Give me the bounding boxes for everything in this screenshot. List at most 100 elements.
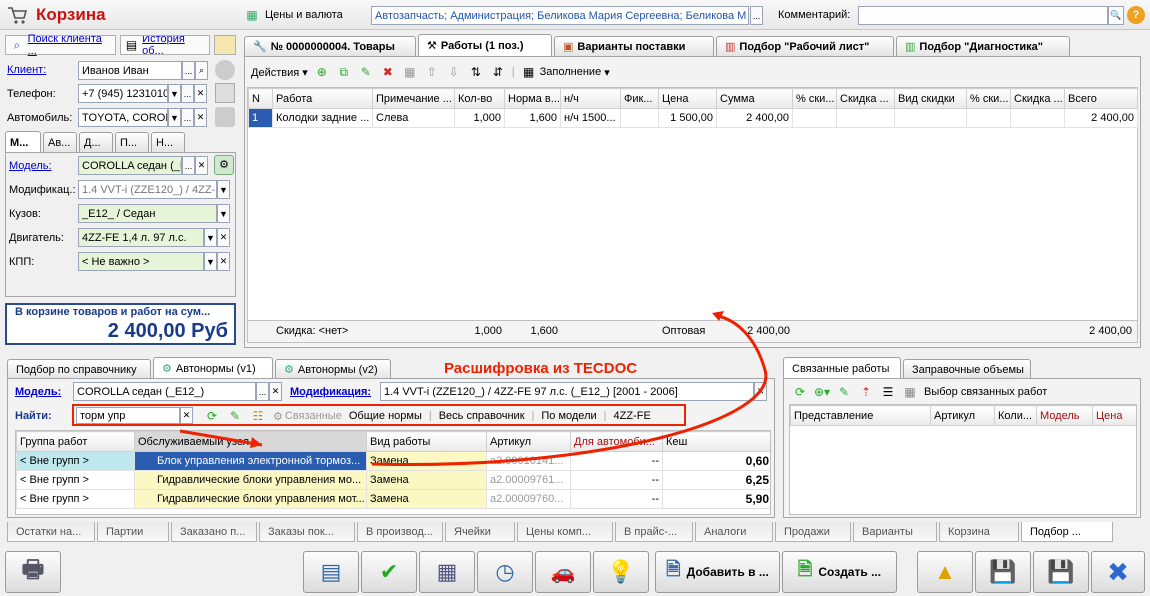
model-select-button[interactable]: ... (182, 156, 195, 175)
works-col-header[interactable]: N (248, 88, 273, 109)
car-field[interactable]: TOYOTA, COROLI (78, 108, 168, 127)
related-col-header[interactable]: Представление (790, 405, 931, 426)
autonorm-mod-clear[interactable]: ✕ (754, 382, 767, 401)
bottom-tab[interactable]: Заказы пок... (259, 522, 355, 542)
tab-p[interactable]: П... (115, 132, 149, 152)
modification-dropdown[interactable]: ▼ (217, 180, 230, 199)
autonorm-model-label[interactable]: Модель: (15, 386, 61, 398)
autonorm-mod-field[interactable]: 1.4 VVT-i (ZZE120_) / 4ZZ-FE 97 л.с. (_E… (380, 382, 754, 401)
related-col-header[interactable]: Коли... (994, 405, 1037, 426)
client-search-button[interactable]: ⌕ (195, 61, 208, 80)
works-col-header[interactable]: н/ч (560, 88, 621, 109)
bottom-tab[interactable]: Заказано п... (171, 522, 257, 542)
autonorm-model-select[interactable]: ... (256, 382, 269, 401)
add-icon[interactable]: ⊕ (314, 64, 330, 80)
tab-fill-volumes[interactable]: Заправочные объемы (903, 359, 1031, 379)
find-input[interactable]: торм упр (76, 407, 180, 424)
save-icon[interactable]: ▦ (402, 64, 418, 80)
organization-select-button[interactable]: ... (750, 6, 763, 25)
table-cell[interactable] (836, 108, 895, 128)
works-col-header[interactable]: Скидка ... (836, 88, 895, 109)
fill-menu[interactable]: ▦ Заполнение ▾ (521, 64, 610, 80)
body-dropdown[interactable]: ▼ (217, 204, 230, 223)
tab-delivery-variants[interactable]: ▣ Варианты поставки (554, 36, 714, 56)
autonorm-col-header[interactable]: Группа работ (16, 431, 135, 452)
phone-clear-button[interactable]: ✕ (194, 84, 207, 103)
table-cell[interactable]: Замена (366, 489, 487, 509)
filter-related[interactable]: ⚙ Связанные (273, 410, 342, 423)
bottom-tab[interactable]: Продажи (775, 522, 851, 542)
table-cell[interactable]: Блок управления электронной тормоз... (134, 451, 367, 471)
move-down-icon[interactable]: ⇩ (446, 64, 462, 80)
close-button[interactable]: ✖ (1091, 551, 1145, 593)
works-col-header[interactable]: Норма в... (504, 88, 561, 109)
table-cell[interactable]: Гидравлические блоки управления мот... (134, 489, 367, 509)
tab-worksheet[interactable]: ▥ Подбор "Рабочий лист" (716, 36, 894, 56)
edit-icon[interactable]: ✎ (836, 384, 852, 400)
related-col-header[interactable]: Артикул (930, 405, 995, 426)
edit-icon[interactable]: ✎ (227, 408, 243, 424)
tab-goods[interactable]: 🔧 № 0000000004. Товары (244, 36, 416, 56)
works-col-header[interactable]: Кол-во (454, 88, 505, 109)
engine-field[interactable]: 4ZZ-FE 1,4 л. 97 л.с. (78, 228, 204, 247)
works-col-header[interactable]: % ски... (792, 88, 837, 109)
autonorm-mod-label[interactable]: Модификация: (290, 386, 371, 398)
bottom-tab[interactable]: Ячейки (445, 522, 515, 542)
phone-field[interactable]: +7 (945) 1231010 (78, 84, 168, 103)
add-icon[interactable]: ⊕▾ (814, 384, 830, 400)
table-cell[interactable]: 1 500,00 (658, 108, 717, 128)
tab-n[interactable]: Н... (151, 132, 185, 152)
table-cell[interactable]: a2.00009761... (486, 470, 571, 490)
model-label[interactable]: Модель: (9, 160, 52, 172)
tab-autonorms-v2[interactable]: ⚙ Автонормы (v2) (275, 359, 391, 379)
phone-dropdown-button[interactable]: ▼ (168, 84, 181, 103)
history-button[interactable]: ▤ История об... (120, 35, 210, 55)
table-cell[interactable]: 5,90 (662, 489, 770, 509)
tab-d[interactable]: Д... (79, 132, 113, 152)
table-row[interactable]: < Вне групп > Блок управления электронной… (16, 451, 770, 471)
tab-by-reference[interactable]: Подбор по справочнику (7, 359, 151, 379)
table-row[interactable]: < Вне групп > Гидравлические блоки управл… (16, 489, 770, 509)
related-col-header[interactable]: Цена (1092, 405, 1136, 426)
open-folder-button[interactable]: ▲ (917, 551, 973, 593)
works-col-header[interactable]: Сумма (716, 88, 793, 109)
table-cell[interactable]: -- (570, 489, 663, 509)
table-cell[interactable]: 6,25 (662, 470, 770, 490)
body-field[interactable]: _E12_ / Седан (78, 204, 217, 223)
gearbox-field[interactable]: < Не важно > (78, 252, 204, 271)
schedule-button[interactable]: ◷ (477, 551, 533, 593)
table-cell[interactable] (966, 108, 1011, 128)
engine-clear-button[interactable]: ✕ (217, 228, 230, 247)
refresh-icon[interactable]: ⟳ (792, 384, 808, 400)
autonorm-col-header[interactable]: Обслуживаемый узел (134, 431, 367, 452)
table-cell[interactable]: a2.00010141... (486, 451, 571, 471)
works-col-header[interactable]: Фик... (620, 88, 659, 109)
prices-link[interactable]: ▦ Цены и валюта (244, 7, 342, 23)
filter-common-norms[interactable]: Общие нормы (349, 410, 422, 422)
organization-field[interactable]: Автозапчасть; Администрация; Беликова Ма… (371, 6, 749, 25)
car-button[interactable]: 🚗 (535, 551, 591, 593)
bottom-tab[interactable]: Варианты (853, 522, 937, 542)
works-col-header[interactable]: Всего (1064, 88, 1138, 109)
cart-check-button[interactable]: ✔ (361, 551, 417, 593)
works-col-header[interactable]: Примечание ... (372, 88, 455, 109)
save-button[interactable]: 💾 (1033, 551, 1089, 593)
refresh-icon[interactable]: ⟳ (204, 408, 220, 424)
client-field[interactable]: Иванов Иван (78, 61, 182, 80)
autonorm-col-header[interactable]: Кеш (662, 431, 770, 452)
model-clear-button[interactable]: ✕ (195, 156, 208, 175)
table-cell[interactable] (792, 108, 837, 128)
car-dropdown-button[interactable]: ▼ (168, 108, 181, 127)
table-cell[interactable] (620, 108, 659, 128)
filter-whole-reference[interactable]: Весь справочник (439, 410, 525, 422)
works-col-header[interactable]: Работа (272, 88, 373, 109)
autonorm-col-header[interactable]: Артикул (486, 431, 571, 452)
move-up-icon[interactable]: ⇧ (424, 64, 440, 80)
find-clear-button[interactable]: ✕ (180, 407, 193, 424)
search-client-button[interactable]: ⌕ Поиск клиента ... (5, 33, 116, 57)
table-cell[interactable]: Слева (372, 108, 455, 128)
add-copy-icon[interactable]: ⧉ (336, 64, 352, 80)
table-cell[interactable]: -- (570, 470, 663, 490)
list-icon[interactable]: ☰ (880, 384, 896, 400)
add-client-icon[interactable] (215, 60, 235, 80)
